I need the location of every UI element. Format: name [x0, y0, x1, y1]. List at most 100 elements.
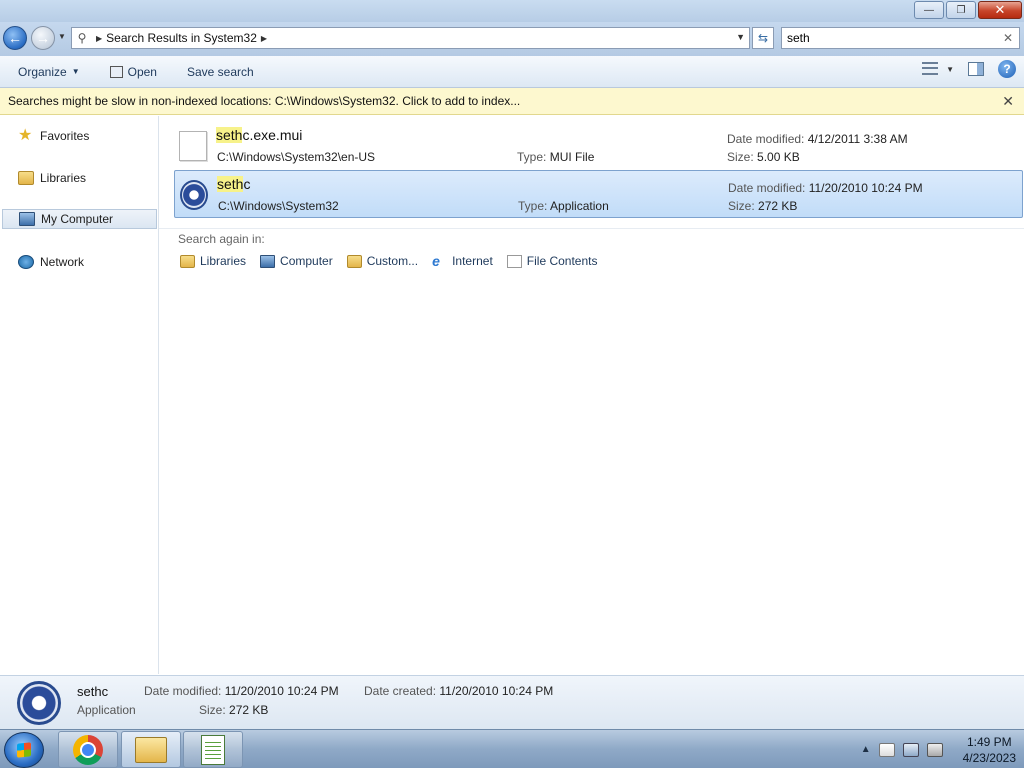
search-again-libraries[interactable]: Libraries	[180, 254, 246, 268]
application-icon	[180, 180, 208, 210]
option-label: Internet	[452, 254, 493, 268]
divider	[159, 228, 1024, 229]
star-icon: ★	[18, 127, 33, 144]
index-warning-text: Searches might be slow in non-indexed lo…	[8, 94, 521, 108]
open-label: Open	[127, 64, 157, 79]
breadcrumb-search-results[interactable]: Search Results in System32	[106, 31, 257, 45]
navigation-bar: ← → ▼ ⚲ ▶ Search Results in System32 ▶ ▼…	[0, 22, 1024, 56]
save-search-button[interactable]: Save search	[179, 60, 262, 84]
search-input[interactable]	[787, 31, 992, 45]
result-date-modified: Date modified: 4/12/2011 3:38 AM	[727, 132, 908, 146]
open-button[interactable]: Open	[102, 60, 165, 84]
result-type: Type: Application	[518, 199, 609, 213]
breadcrumb-chevron-icon[interactable]: ▶	[96, 34, 102, 43]
system-tray: ▲ 1:49 PM 4/23/2023	[861, 730, 1016, 768]
search-again-custom[interactable]: Custom...	[346, 254, 419, 268]
result-path: C:\Windows\System32	[218, 199, 339, 213]
file-contents-icon	[506, 254, 522, 268]
refresh-button[interactable]: ⇆	[752, 27, 774, 49]
details-name: sethc	[77, 684, 109, 699]
network-status-icon[interactable]	[902, 742, 919, 757]
chrome-icon	[73, 734, 103, 765]
result-type: Type: MUI File	[517, 150, 595, 164]
search-box[interactable]: ✕	[781, 27, 1020, 49]
clear-search-icon[interactable]: ✕	[1003, 31, 1013, 45]
breadcrumb-chevron-icon[interactable]: ▶	[261, 34, 267, 43]
option-label: Custom...	[366, 254, 419, 268]
taskbar-chrome[interactable]	[58, 731, 118, 768]
taskbar-notepad[interactable]	[183, 731, 243, 768]
computer-icon	[260, 254, 276, 268]
sidebar-item-my-computer[interactable]: My Computer	[2, 209, 157, 229]
details-pane: sethc Application Date modified: 11/20/2…	[0, 675, 1024, 729]
organize-button[interactable]: Organize ▼	[10, 60, 88, 84]
action-center-icon[interactable]	[878, 742, 895, 757]
libraries-icon	[180, 254, 195, 268]
close-button[interactable]: ✕	[978, 1, 1022, 19]
libraries-icon	[18, 171, 34, 185]
help-icon[interactable]: ?	[998, 60, 1016, 78]
clock[interactable]: 1:49 PM 4/23/2023	[951, 734, 1016, 766]
computer-icon	[19, 212, 35, 226]
address-history-dropdown[interactable]: ▼	[736, 32, 745, 42]
internet-explorer-icon: e	[432, 252, 440, 269]
chevron-down-icon: ▼	[946, 64, 954, 74]
window-controls: — ❐ ✕	[914, 1, 1022, 19]
taskbar-explorer[interactable]	[121, 731, 181, 768]
details-size: Size: 272 KB	[199, 703, 269, 717]
option-label: File Contents	[526, 254, 598, 268]
start-button[interactable]	[4, 732, 44, 768]
sidebar-item-label: My Computer	[41, 212, 114, 226]
save-search-label: Save search	[186, 64, 254, 79]
chevron-down-icon: ▼	[71, 67, 80, 76]
volume-muted-icon[interactable]	[926, 742, 943, 757]
document-icon	[179, 131, 207, 161]
sidebar-item-libraries[interactable]: Libraries	[2, 168, 157, 188]
notepad-icon	[201, 734, 225, 765]
back-button[interactable]: ←	[3, 26, 27, 50]
taskbar: ▲ 1:49 PM 4/23/2023	[0, 729, 1024, 768]
result-size: Size: 272 KB	[728, 199, 798, 213]
result-size: Size: 5.00 KB	[727, 150, 800, 164]
search-results-pane: sethc.exe.mui C:\Windows\System32\en-US …	[159, 116, 1024, 674]
forward-button[interactable]: →	[31, 26, 55, 50]
address-bar[interactable]: ⚲ ▶ Search Results in System32 ▶ ▼	[71, 27, 750, 49]
title-bar: — ❐ ✕	[0, 0, 1024, 22]
result-item[interactable]: sethc.exe.mui C:\Windows\System32\en-US …	[174, 122, 1023, 170]
preview-pane-icon[interactable]	[968, 62, 984, 76]
change-view-button[interactable]: ▼	[922, 62, 954, 76]
details-date-created: Date created: 11/20/2010 10:24 PM	[364, 684, 554, 698]
details-type: Application	[77, 703, 136, 717]
network-icon	[18, 255, 34, 269]
result-path: C:\Windows\System32\en-US	[217, 150, 376, 164]
search-again-internet[interactable]: e Internet	[432, 252, 493, 269]
search-results-icon: ⚲	[77, 31, 87, 45]
search-again-computer[interactable]: Computer	[260, 254, 333, 268]
result-name: sethc	[217, 176, 251, 192]
folder-icon	[135, 736, 167, 763]
details-date-modified: Date modified: 11/20/2010 10:24 PM	[144, 684, 339, 698]
refresh-icon: ⇆	[757, 31, 769, 45]
sidebar-item-favorites[interactable]: ★ Favorites	[2, 126, 157, 146]
index-warning-bar[interactable]: Searches might be slow in non-indexed lo…	[0, 88, 1024, 115]
search-again-file-contents[interactable]: File Contents	[506, 254, 598, 268]
sidebar-item-label: Favorites	[40, 129, 90, 143]
view-controls: ▼ ?	[922, 60, 1016, 78]
minimize-button[interactable]: —	[914, 1, 944, 19]
result-date-modified: Date modified: 11/20/2010 10:24 PM	[728, 181, 923, 195]
show-hidden-icons-icon[interactable]: ▲	[861, 744, 871, 755]
option-label: Libraries	[200, 254, 247, 268]
result-name: sethc.exe.mui	[216, 127, 303, 143]
clock-time: 1:49 PM	[966, 734, 1012, 749]
sidebar-item-label: Network	[40, 255, 85, 269]
sidebar-item-network[interactable]: Network	[2, 252, 157, 272]
recent-pages-dropdown[interactable]: ▼	[58, 32, 66, 41]
restore-button[interactable]: ❐	[946, 1, 976, 19]
close-icon[interactable]: ✕	[1002, 93, 1014, 110]
back-arrow-icon: ←	[8, 30, 22, 46]
custom-folder-icon	[346, 254, 362, 268]
navigation-pane: ★ Favorites Libraries My Computer Networ…	[0, 116, 159, 674]
result-item-selected[interactable]: sethc C:\Windows\System32 Type: Applicat…	[174, 170, 1023, 218]
sidebar-item-label: Libraries	[40, 171, 87, 185]
details-view-icon	[922, 62, 939, 76]
